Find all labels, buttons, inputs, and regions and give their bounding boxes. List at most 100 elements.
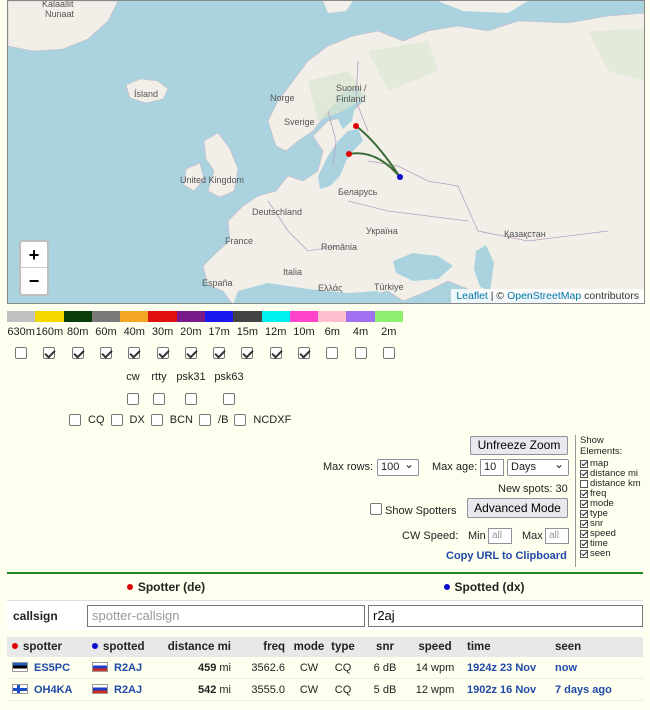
band-checkbox[interactable]: [128, 347, 141, 359]
spot-type-option: CQ: [69, 414, 105, 426]
cell-spotter: ES5PC: [7, 661, 87, 674]
band-label: 40m: [123, 326, 145, 338]
mode-checkbox[interactable]: [185, 393, 197, 405]
spotted-callsign-input[interactable]: r2aj: [368, 605, 643, 627]
max-rows-select[interactable]: 100: [377, 457, 419, 476]
show-element-label: seen: [590, 548, 611, 559]
band-checkbox[interactable]: [99, 347, 112, 359]
show-element-checkbox[interactable]: [580, 470, 588, 478]
show-element-checkbox[interactable]: [580, 510, 588, 518]
col-speed[interactable]: speed: [411, 641, 459, 653]
band-checkbox[interactable]: [156, 347, 169, 359]
map-label-nunaat: Nunaat: [45, 9, 75, 19]
show-element-checkbox[interactable]: [580, 490, 588, 498]
cw-speed-min-input[interactable]: all: [488, 528, 512, 544]
band-checkbox[interactable]: [269, 347, 282, 359]
zoom-out-button[interactable]: −: [21, 268, 47, 294]
spotted-callsign-link[interactable]: R2AJ: [114, 662, 142, 674]
copy-url-link[interactable]: Copy URL to Clipboard: [446, 550, 567, 562]
cell-freq: 3555.0: [251, 683, 285, 696]
osm-link[interactable]: OpenStreetMap: [507, 290, 581, 302]
zoom-in-button[interactable]: +: [21, 242, 47, 268]
cell-time[interactable]: 1924z 23 Nov: [459, 662, 551, 674]
band-cell: 40m: [120, 326, 148, 359]
band-color-swatch: [35, 311, 64, 322]
spotter-marker-es5pc[interactable]: [346, 151, 352, 157]
band-checkbox[interactable]: [15, 347, 28, 359]
max-age-input[interactable]: 10: [480, 459, 504, 476]
spotter-callsign-link[interactable]: ES5PC: [34, 662, 70, 674]
leaflet-link[interactable]: Leaflet: [456, 290, 488, 302]
band-label: 6m: [324, 326, 340, 338]
band-checkbox[interactable]: [326, 347, 339, 359]
band-color-swatch: [374, 311, 403, 322]
spotter-callsign-input[interactable]: spotter-callsign: [87, 605, 365, 627]
col-spotter[interactable]: spotter: [7, 641, 87, 653]
spot-type-checkbox[interactable]: [199, 414, 212, 426]
distance-value: 459: [197, 661, 217, 674]
mode-checkbox[interactable]: [127, 393, 139, 405]
max-age-unit-select[interactable]: Days: [507, 457, 569, 476]
col-spotted[interactable]: spotted: [87, 641, 162, 653]
band-color-swatch: [318, 311, 347, 322]
band-checkbox[interactable]: [382, 347, 395, 359]
show-element-checkbox[interactable]: [580, 540, 588, 548]
cell-speed: 12 wpm: [415, 683, 455, 696]
band-checkbox[interactable]: [354, 347, 367, 359]
show-element-checkbox[interactable]: [580, 550, 588, 558]
show-element-checkbox[interactable]: [580, 500, 588, 508]
spot-type-checkbox[interactable]: [69, 414, 81, 426]
spotter-de-heading: Spotter (de): [7, 580, 325, 594]
col-snr[interactable]: snr: [359, 641, 411, 653]
spot-type-checkbox[interactable]: [110, 414, 123, 426]
col-freq[interactable]: freq: [235, 641, 291, 653]
spotter-callsign-link[interactable]: OH4KA: [34, 684, 73, 696]
cell-seen: 7 days ago: [555, 683, 612, 696]
cell-mode: CW: [299, 683, 319, 696]
attribution-separator: | ©: [487, 290, 508, 302]
map-label-france: France: [225, 236, 253, 246]
col-time[interactable]: time: [459, 641, 551, 653]
col-spotter-label: spotter: [23, 641, 62, 653]
spot-type-checkbox[interactable]: [234, 414, 247, 426]
show-element-checkbox[interactable]: [580, 480, 588, 488]
mode-checkbox[interactable]: [153, 393, 165, 405]
show-spotters-checkbox[interactable]: [370, 503, 382, 515]
spotted-callsign-link[interactable]: R2AJ: [114, 684, 142, 696]
show-element-checkbox[interactable]: [580, 520, 588, 528]
map-label-norge: Norge: [270, 93, 295, 103]
band-checkbox[interactable]: [184, 347, 197, 359]
cell-time[interactable]: 1902z 16 Nov: [459, 684, 551, 696]
spotted-marker-r2aj[interactable]: [397, 174, 403, 180]
band-checkbox[interactable]: [43, 347, 56, 359]
col-type[interactable]: type: [327, 641, 359, 653]
show-element-checkbox[interactable]: [580, 460, 588, 468]
mode-option: psk31: [176, 371, 206, 408]
table-row: ES5PC R2AJ 459 mi 3562.6 CW CQ 6 dB 14 wpm 1924z…: [7, 657, 643, 679]
band-label: 4m: [352, 326, 369, 338]
mode-checkbox[interactable]: [223, 393, 235, 405]
band-checkbox[interactable]: [213, 347, 226, 359]
max-age-unit-value: Days: [511, 461, 537, 473]
red-dot-icon: [126, 584, 133, 590]
col-mode[interactable]: mode: [291, 641, 327, 653]
col-seen[interactable]: seen: [551, 641, 635, 653]
cw-speed-max-input[interactable]: all: [545, 528, 569, 544]
unfreeze-zoom-button[interactable]: Unfreeze Zoom: [470, 436, 568, 455]
map-label-sverige: Sverige: [284, 117, 315, 127]
zoom-control: + −: [19, 240, 49, 296]
spotter-marker-oh4ka[interactable]: [353, 123, 359, 129]
col-distance[interactable]: distance mi: [162, 641, 235, 653]
band-label: 160m: [35, 326, 64, 338]
spot-type-option: NCDXF: [234, 414, 291, 426]
advanced-mode-button[interactable]: Advanced Mode: [467, 498, 568, 518]
spot-map[interactable]: Kalaallit Nunaat Ísland Norge Sverige Su…: [7, 0, 645, 304]
show-element-checkbox[interactable]: [580, 530, 588, 538]
band-checkbox[interactable]: [241, 347, 254, 359]
band-checkbox[interactable]: [297, 347, 310, 359]
spot-type-checkbox[interactable]: [150, 414, 163, 426]
band-row: 630m 160m 80m 60m 40m 30m 20m 17m 15m 12m 10m 6m 4m 2…: [7, 326, 403, 359]
band-color-swatch: [261, 311, 290, 322]
band-checkbox[interactable]: [71, 347, 84, 359]
cell-speed: 14 wpm: [415, 661, 455, 674]
